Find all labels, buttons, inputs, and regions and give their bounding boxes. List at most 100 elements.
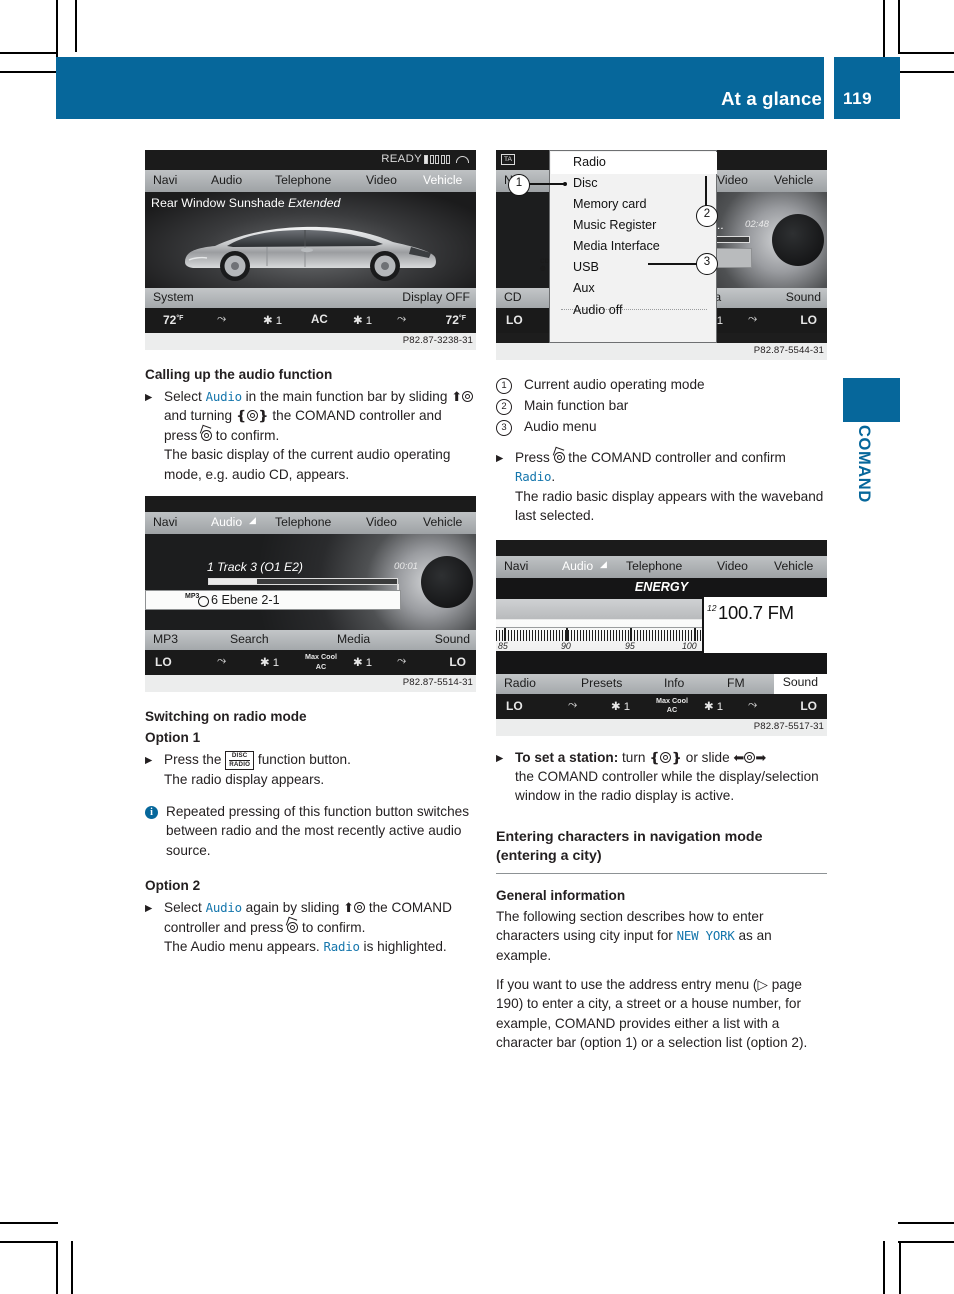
main-bar-item-vehicle[interactable]: Vehicle	[774, 559, 813, 573]
step-arrow-icon: ▶	[145, 903, 153, 915]
heading-calling-audio: Calling up the audio function	[145, 367, 333, 382]
legend-number: 3	[496, 419, 512, 436]
main-bar-item-telephone[interactable]: Telephone	[626, 559, 682, 573]
audio-menu-item-media-interface[interactable]: Media Interface	[573, 239, 660, 253]
max-cool-line2: AC	[315, 661, 327, 671]
bottom-bar-item-mp3[interactable]: MP3	[153, 632, 178, 646]
track-selection-row[interactable]: MP3 6 Ebene 2-1	[145, 590, 401, 611]
main-bar-item-audio[interactable]: Audio	[211, 515, 242, 529]
sunshade-label-static: Rear Window Sunshade	[151, 196, 289, 210]
main-bar-item-navi[interactable]: Navi	[153, 515, 177, 529]
main-bar-item-video[interactable]: Video	[366, 173, 397, 187]
main-bar-item-video[interactable]: Video	[717, 173, 748, 187]
bottom-bar-item-system[interactable]: System	[153, 290, 194, 304]
heading-general-information: General information	[496, 887, 626, 903]
crop-mark-bottom-right-v	[883, 1241, 885, 1294]
audio-menu-item-music-register[interactable]: Music Register	[573, 218, 656, 232]
step-arrow-icon: ▶	[145, 392, 153, 403]
bottom-bar-item-search[interactable]: Search	[230, 632, 269, 646]
page-header-divider	[824, 57, 834, 119]
main-bar-item-audio[interactable]: Audio	[211, 173, 242, 187]
audio-menu-item-aux[interactable]: Aux	[573, 281, 595, 295]
figure-mp3-display: Navi Audio ◢ Telephone Video Vehicle 1 T…	[145, 496, 476, 693]
bottom-bar-item-info[interactable]: Info	[664, 676, 684, 690]
step-result-press: The radio basic display appears with the…	[515, 488, 824, 524]
bottom-bar-item-fm[interactable]: FM	[727, 676, 745, 690]
main-bar-item-vehicle[interactable]: Vehicle	[423, 173, 462, 187]
callout-1-leader	[525, 183, 565, 185]
step-press-disc-radio: ▶ Press the DISC RADIO function button. Th…	[145, 750, 476, 789]
figure-audio-menu: TA N ne Video Vehicle or The Tsar, ... 0…	[496, 150, 827, 360]
climate-left-temp-unit: °F	[176, 315, 184, 322]
main-bar-item-video[interactable]: Video	[366, 515, 397, 529]
figure-caption-mp3: P82.87-5514-31	[145, 675, 476, 693]
main-bar-item-video[interactable]: Video	[717, 559, 748, 573]
scale-tick-100	[694, 627, 696, 641]
bottom-bar-item-sound[interactable]: Sound	[786, 290, 821, 304]
figure-caption-audio-menu: P82.87-5544-31	[496, 343, 827, 360]
step-text-end: .	[551, 469, 556, 485]
climate-bar-mp3: LO ⤳ ✱ 1 Max Cool AC ✱ 1 ⤳ LO	[145, 650, 476, 676]
climate-left-airflow-icon: ⤳	[217, 655, 227, 668]
max-cool-line1: Max Cool	[305, 652, 337, 662]
figure-caption-vehicle: P82.87-3238-31	[145, 333, 476, 350]
info-note-text: Repeated pressing of this function butto…	[166, 804, 470, 858]
legend-number: 2	[496, 398, 512, 415]
bottom-bar-item-radio[interactable]: Radio	[504, 676, 536, 690]
crop-mark-bottom-right-h2	[898, 1241, 954, 1243]
bottom-bar-item-sound[interactable]: Sound	[435, 632, 470, 646]
vehicle-illustration-pane: Rear Window Sunshade Extended	[145, 192, 476, 288]
crop-mark-bottom-right-v2	[899, 1241, 901, 1294]
step-arrow-icon: ▶	[496, 453, 504, 464]
page-title: At a glance	[721, 88, 822, 109]
track-progress-bar	[208, 578, 398, 586]
station-name: ENERGY	[634, 579, 689, 594]
audio-menu-item-audio-off[interactable]: Audio off	[573, 303, 622, 317]
main-bar-arrow-icon: ◢	[600, 558, 607, 569]
scale-label-100: 100	[682, 640, 697, 651]
main-bar-item-telephone[interactable]: Telephone	[275, 515, 331, 529]
step-result-b: is highlighted.	[359, 939, 447, 955]
climate-right-lo: LO	[800, 698, 817, 713]
main-bar-item-audio[interactable]: Audio	[562, 559, 593, 573]
main-bar-item-telephone[interactable]: Telephone	[275, 173, 331, 187]
main-function-bar-radio: Navi Audio ◢ Telephone Video Vehicle	[496, 555, 827, 578]
preset-number: 12	[707, 602, 717, 613]
crop-mark-bottom-left-v	[56, 1241, 58, 1294]
climate-right-lo: LO	[449, 655, 466, 670]
step-result-option1: The radio display appears.	[164, 771, 325, 787]
disc-label: DISC	[229, 752, 251, 762]
bottom-bar-item-media[interactable]: Media	[337, 632, 370, 646]
crop-mark-top-right-v2	[898, 0, 900, 52]
bottom-bar-item-presets[interactable]: Presets	[581, 676, 622, 690]
status-bar: READY	[145, 150, 476, 170]
climate-right-airflow-icon: ⤳	[748, 698, 758, 711]
audio-menu-item-memory-card[interactable]: Memory card	[573, 197, 646, 211]
audio-menu-item-radio[interactable]: Radio	[573, 155, 606, 169]
press-controller-icon	[287, 918, 299, 937]
bottom-bar-item-display-off[interactable]: Display OFF	[402, 290, 470, 304]
crop-mark-top-left-h2	[0, 71, 58, 73]
main-bar-item-navi[interactable]: Navi	[504, 559, 528, 573]
step-text-mid: again by sliding	[241, 900, 344, 916]
bottom-bar-item-sound[interactable]: Sound	[773, 673, 827, 695]
audio-menu-item-disc[interactable]: Disc	[573, 176, 598, 190]
legend-text: Current audio operating mode	[524, 377, 705, 392]
bottom-bar-item-cd[interactable]: CD	[504, 290, 522, 304]
step-text-turn: turn	[618, 749, 650, 765]
climate-right-airflow-icon: ⤳	[397, 655, 407, 668]
background-track-time: 02:48	[744, 219, 769, 230]
crop-mark-top-left-v2	[75, 0, 77, 52]
media-playback-pane: 1 Track 3 (O1 E2) 00:01 MP3 6 Ebene 2-1	[145, 534, 476, 631]
climate-right-airflow-icon: ⤳	[397, 313, 407, 325]
legend-text: Main function bar	[524, 398, 629, 413]
audio-menu-item-usb[interactable]: USB	[573, 260, 599, 274]
main-bar-item-vehicle[interactable]: Vehicle	[423, 515, 462, 529]
radio-tuner-pane: ENERGY 85 90 95 100 105 110 MHz	[496, 577, 827, 674]
main-bar-item-navi[interactable]: Navi	[153, 173, 177, 187]
disc-graphic	[421, 556, 473, 609]
heading-option-1: Option 1	[145, 730, 201, 746]
climate-ac-label: AC	[311, 313, 328, 326]
main-bar-item-vehicle[interactable]: Vehicle	[774, 173, 813, 187]
info-icon: i	[145, 805, 158, 819]
